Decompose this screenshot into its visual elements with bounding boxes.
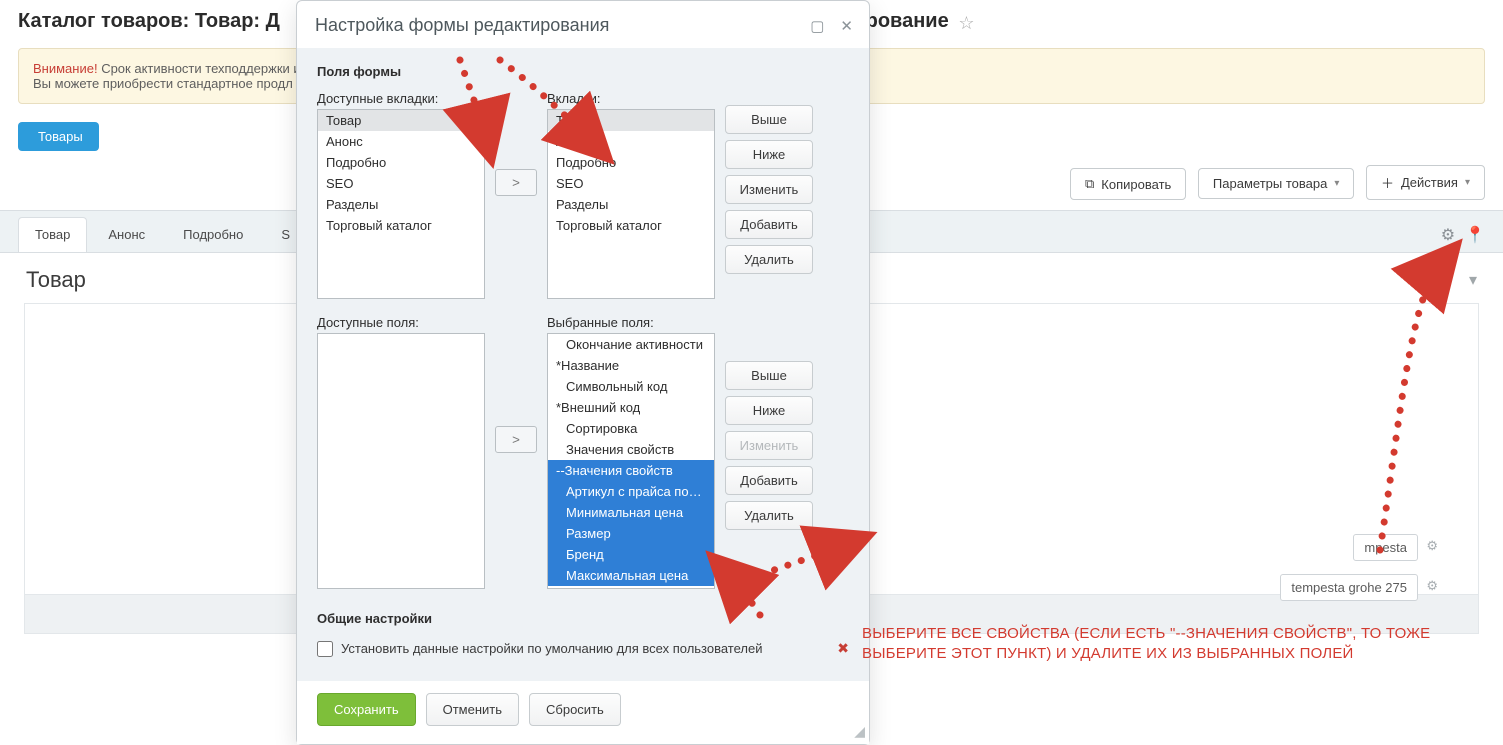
product-params-label: Параметры товара	[1213, 176, 1327, 191]
list-item[interactable]: Символьный код	[548, 376, 714, 397]
list-item[interactable]: Торговый каталог	[548, 215, 714, 236]
available-fields-list[interactable]	[317, 333, 485, 589]
breadcrumb-item[interactable]: Товары	[18, 122, 99, 151]
cancel-button[interactable]: Отменить	[426, 693, 519, 726]
field-add-button[interactable]: Добавить	[725, 466, 813, 495]
chevron-down-icon: ▾	[1465, 177, 1470, 188]
list-item[interactable]: Анонс	[548, 131, 714, 152]
field-gear-icon[interactable]: ⚙	[1426, 578, 1438, 594]
plus-icon: ＋	[1381, 173, 1394, 192]
reset-button[interactable]: Сбросить	[529, 693, 621, 726]
list-item[interactable]: Окончание активности	[548, 334, 714, 355]
edit-form-settings-dialog: Настройка формы редактирования ▢ ✕ Поля …	[296, 0, 870, 745]
selected-fields-label: Выбранные поля:	[547, 315, 715, 330]
list-item[interactable]: Максимальная цена	[548, 565, 714, 586]
list-item[interactable]: Подробно	[548, 152, 714, 173]
resize-grip-icon[interactable]: ◢	[854, 723, 865, 740]
copy-icon: ⧉	[1085, 176, 1094, 192]
list-item[interactable]: *Внешний код	[548, 397, 714, 418]
field-down-button[interactable]: Ниже	[725, 396, 813, 425]
list-item[interactable]: Подробно	[318, 152, 484, 173]
move-right-button[interactable]: >	[495, 169, 537, 196]
list-item[interactable]: Артикул с прайса постав	[548, 481, 714, 502]
tab-edit-button[interactable]: Изменить	[725, 175, 813, 204]
list-item[interactable]: Анонс	[318, 131, 484, 152]
field-stub-2: tempesta grohe 275	[1280, 574, 1418, 601]
field-delete-button[interactable]: Удалить	[725, 501, 813, 530]
available-tabs-list[interactable]: ТоварАнонсПодробноSEOРазделыТорговый кат…	[317, 109, 485, 299]
tab-detail[interactable]: Подробно	[166, 217, 260, 252]
actions-label: Действия	[1401, 175, 1458, 190]
product-params-button[interactable]: Параметры товара ▾	[1198, 168, 1354, 199]
tab-add-button[interactable]: Добавить	[725, 210, 813, 239]
collapse-chevron-icon[interactable]: ▾	[1469, 270, 1477, 290]
tab-delete-button[interactable]: Удалить	[725, 245, 813, 274]
warning-line2: Вы можете приобрести стандартное продл	[33, 76, 293, 91]
warning-prefix: Внимание!	[33, 61, 98, 76]
field-edit-button: Изменить	[725, 431, 813, 460]
list-item[interactable]: Разделы	[548, 194, 714, 215]
tab-up-button[interactable]: Выше	[725, 105, 813, 134]
list-item[interactable]: Значения свойств	[548, 439, 714, 460]
common-settings-header: Общие настройки	[317, 611, 849, 626]
list-item[interactable]: Минимальная цена	[548, 502, 714, 523]
selected-fields-list[interactable]: Окончание активности*НазваниеСимвольный …	[547, 333, 715, 589]
tab-product[interactable]: Товар	[18, 217, 87, 252]
list-item[interactable]: Торговый каталог	[318, 215, 484, 236]
actions-button[interactable]: ＋ Действия ▾	[1366, 165, 1485, 200]
default-for-all-checkbox[interactable]	[317, 641, 333, 657]
chevron-down-icon: ▾	[1334, 178, 1339, 189]
list-item[interactable]: Размер	[548, 523, 714, 544]
list-item[interactable]: --Значения свойств	[548, 460, 714, 481]
available-tabs-label: Доступные вкладки:	[317, 91, 485, 106]
list-item[interactable]: Сортировка	[548, 418, 714, 439]
copy-button[interactable]: ⧉ Копировать	[1070, 168, 1186, 200]
list-item[interactable]: Товар	[548, 110, 714, 131]
list-item[interactable]: Бренд	[548, 544, 714, 565]
field-stub-1: mpesta	[1353, 534, 1418, 561]
gear-icon[interactable]: ⚙	[1441, 225, 1455, 245]
page-title-left: Каталог товаров: Товар: Д	[18, 10, 280, 32]
pin-icon[interactable]: 📍	[1465, 225, 1485, 245]
move-right-button[interactable]: >	[495, 426, 537, 453]
default-for-all-label: Установить данные настройки по умолчанию…	[341, 641, 762, 656]
list-item[interactable]: Товар	[318, 110, 484, 131]
list-item[interactable]: *Название	[548, 355, 714, 376]
save-button[interactable]: Сохранить	[317, 693, 416, 726]
tab-down-button[interactable]: Ниже	[725, 140, 813, 169]
available-fields-label: Доступные поля:	[317, 315, 485, 330]
favorite-star-icon[interactable]: ☆	[958, 13, 974, 34]
warning-line1: Срок активности техподдержки и	[101, 61, 300, 76]
tab-anons[interactable]: Анонс	[91, 217, 162, 252]
list-item[interactable]: SEO	[548, 173, 714, 194]
dialog-title: Настройка формы редактирования	[315, 15, 609, 36]
maximize-icon[interactable]: ▢	[810, 17, 824, 35]
field-gear-icon[interactable]: ⚙	[1426, 538, 1438, 554]
copy-button-label: Копировать	[1101, 177, 1171, 192]
selected-tabs-list[interactable]: ТоварАнонсПодробноSEOРазделыТорговый кат…	[547, 109, 715, 299]
tabs-label: Вкладки:	[547, 91, 715, 106]
remove-icon[interactable]: ✖	[837, 640, 849, 657]
form-fields-header: Поля формы	[317, 64, 849, 79]
list-item[interactable]: Разделы	[318, 194, 484, 215]
close-icon[interactable]: ✕	[840, 17, 853, 35]
section-title: Товар	[26, 267, 86, 293]
list-item[interactable]: SEO	[318, 173, 484, 194]
field-up-button[interactable]: Выше	[725, 361, 813, 390]
